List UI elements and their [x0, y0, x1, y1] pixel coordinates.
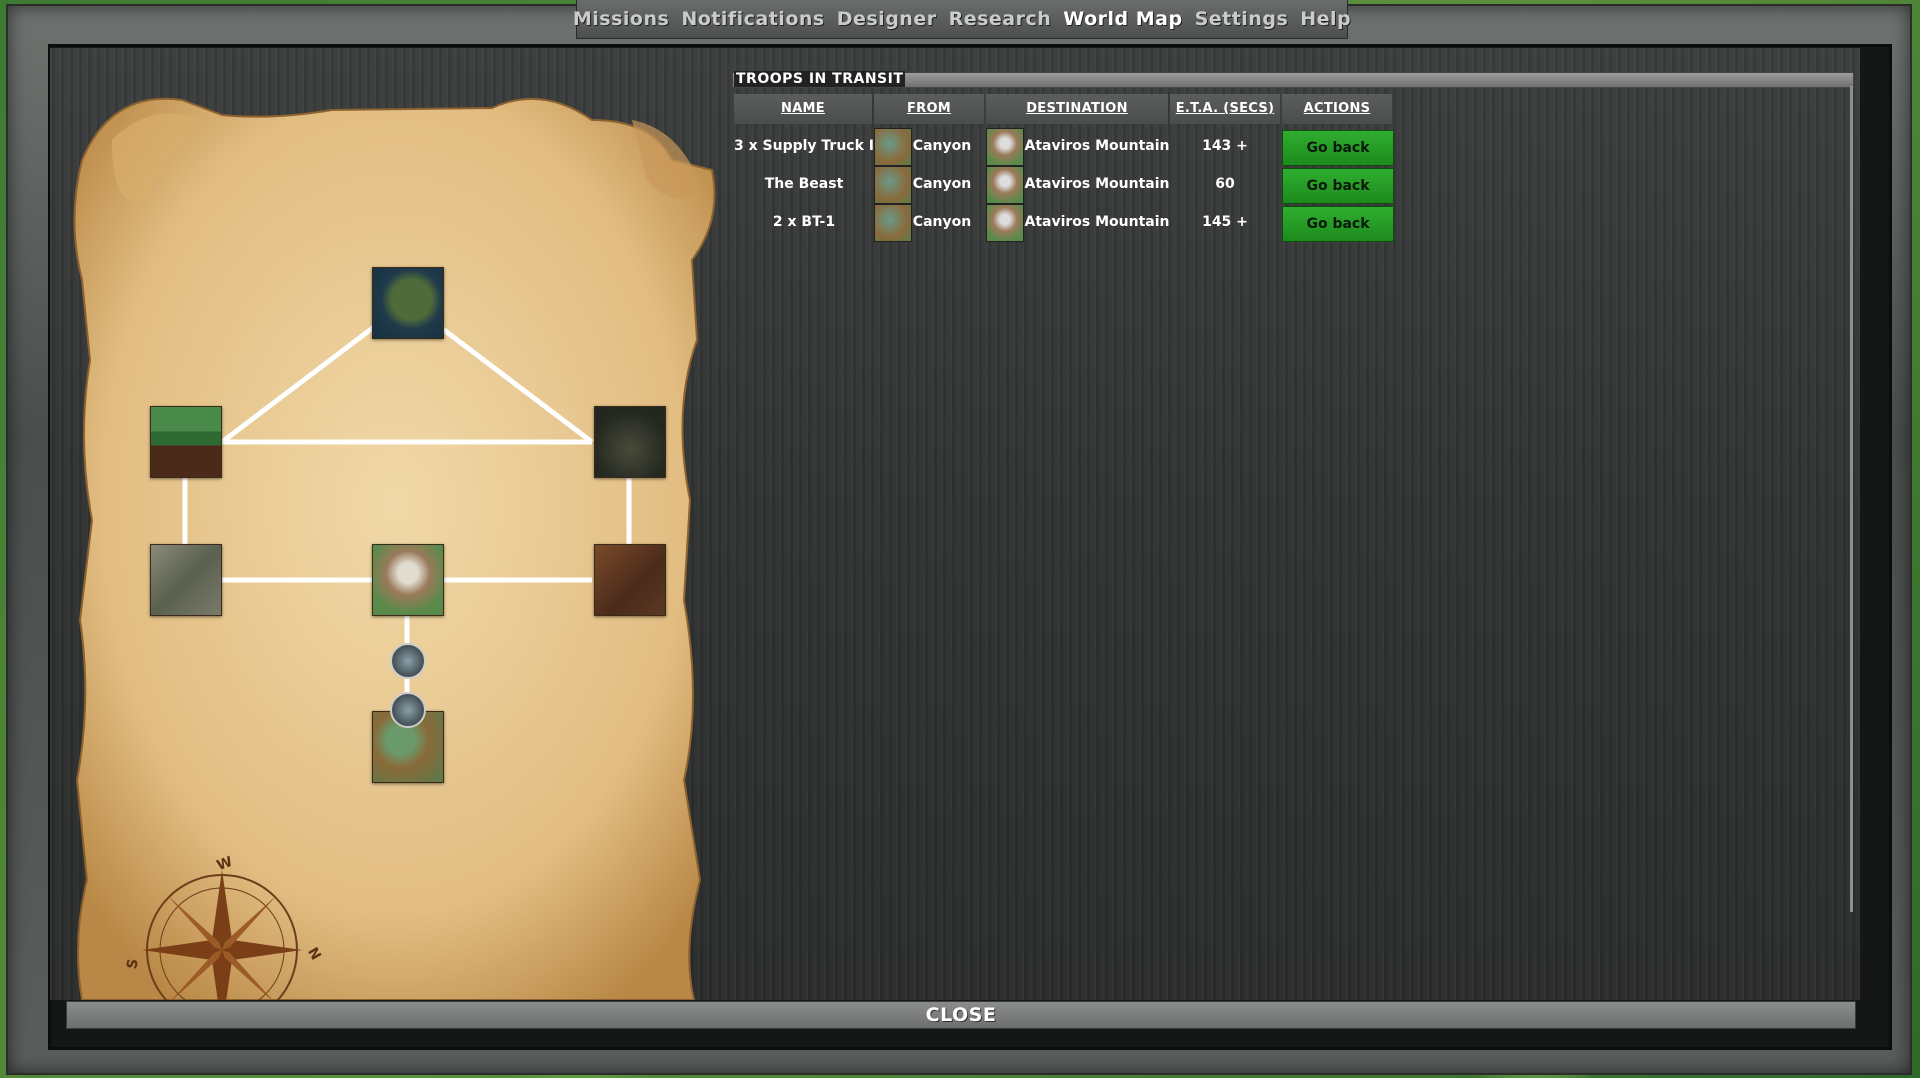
- troop-unit-icon[interactable]: [390, 643, 426, 679]
- territory-ataviros-mountain[interactable]: [372, 544, 444, 616]
- go-back-button[interactable]: Go back: [1282, 168, 1394, 204]
- transit-title: TROOPS IN TRANSIT: [734, 71, 906, 87]
- tab-world-map[interactable]: World Map: [1063, 8, 1182, 30]
- go-back-button[interactable]: Go back: [1282, 130, 1394, 166]
- canyon-thumbnail: [874, 166, 912, 204]
- territory-city[interactable]: [150, 544, 222, 616]
- tab-notifications[interactable]: Notifications: [681, 8, 824, 30]
- row-name: 3 x Supply Truck I: [734, 138, 874, 154]
- row-eta: 60: [1215, 176, 1235, 192]
- tab-help[interactable]: Help: [1300, 8, 1351, 30]
- mountain-thumbnail: [986, 128, 1024, 166]
- mountain-thumbnail: [986, 204, 1024, 242]
- header-name: NAME: [734, 94, 872, 124]
- territory-canyon-cliffs[interactable]: [594, 544, 666, 616]
- territory-farmland[interactable]: [150, 406, 222, 478]
- header-actions: ACTIONS: [1282, 94, 1392, 124]
- tab-missions[interactable]: Missions: [573, 8, 669, 30]
- row-destination: Ataviros Mountain: [1024, 176, 1170, 192]
- row-eta: 145 +: [1202, 214, 1248, 230]
- troop-unit-icon[interactable]: [390, 692, 426, 728]
- mountain-thumbnail: [986, 166, 1024, 204]
- header-eta: E.T.A. (SECS): [1170, 94, 1280, 124]
- territory-night-town[interactable]: [594, 406, 666, 478]
- header-destination: DESTINATION: [986, 94, 1168, 124]
- canyon-thumbnail: [874, 128, 912, 166]
- go-back-button[interactable]: Go back: [1282, 206, 1394, 242]
- tab-research[interactable]: Research: [949, 8, 1052, 30]
- row-destination: Ataviros Mountain: [1024, 214, 1170, 230]
- row-from: Canyon: [912, 214, 972, 230]
- tab-designer[interactable]: Designer: [837, 8, 937, 30]
- canyon-thumbnail: [874, 204, 912, 242]
- territory-island[interactable]: [372, 267, 444, 339]
- row-eta: 143 +: [1202, 138, 1248, 154]
- top-nav: Missions Notifications Designer Research…: [573, 0, 1351, 39]
- row-name: The Beast: [764, 176, 844, 192]
- row-from: Canyon: [912, 138, 972, 154]
- world-map: W S N: [72, 80, 722, 1000]
- tab-settings[interactable]: Settings: [1195, 8, 1289, 30]
- header-from: FROM: [874, 94, 984, 124]
- close-button[interactable]: CLOSE: [66, 1001, 1856, 1029]
- row-from: Canyon: [912, 176, 972, 192]
- transit-scrollbar[interactable]: [1850, 86, 1853, 912]
- row-destination: Ataviros Mountain: [1024, 138, 1170, 154]
- parchment: [73, 97, 716, 1000]
- row-name: 2 x BT-1: [772, 214, 836, 230]
